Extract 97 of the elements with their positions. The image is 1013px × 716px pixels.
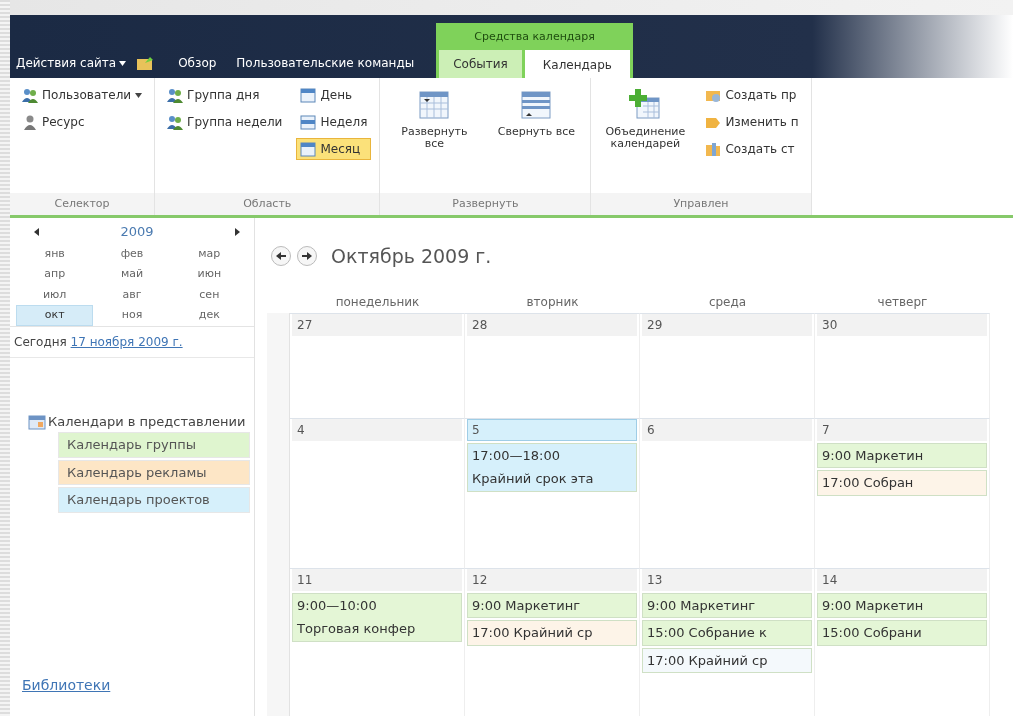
calendar-event[interactable]: 17:00 Крайний ср [467, 620, 637, 646]
month-button[interactable]: авг [93, 284, 171, 305]
calendar-icon [418, 88, 451, 120]
calendar-event-card[interactable]: 17:00—18:00 Крайний срок эта [467, 442, 637, 492]
weekday-header: среда [707, 293, 748, 311]
ribbon-tab[interactable]: Календарь [524, 50, 630, 78]
users-icon [167, 114, 184, 130]
date-number: 4 [292, 418, 462, 441]
ribbon-button[interactable]: Создать пр [701, 84, 803, 106]
ribbon-tab[interactable]: События [439, 50, 522, 78]
date-number: 28 [467, 313, 637, 336]
arrow-right-icon [302, 252, 312, 261]
ribbon-button[interactable]: Свернуть все [490, 84, 583, 142]
group-label: Селектор [10, 193, 155, 215]
ribbon-button[interactable]: Создать ст [701, 138, 803, 160]
ribbon-button[interactable]: Пользователи [18, 84, 147, 106]
date-number: 6 [642, 418, 812, 441]
year-label: 2009 [120, 223, 154, 241]
month-button[interactable]: янв [16, 243, 94, 264]
calendar-item[interactable]: Календарь рекламы [58, 459, 250, 486]
arrow-left-icon [276, 252, 286, 261]
next-month-button[interactable] [297, 246, 317, 267]
month-button[interactable]: фев [93, 243, 171, 264]
date-number: 7 [817, 418, 987, 441]
date-number: 29 [642, 313, 812, 336]
ribbon-button[interactable]: Группа дня [163, 84, 287, 106]
group-label: Развернуть [380, 193, 591, 215]
context-group-title: Средства календаря [436, 22, 633, 50]
month-button[interactable]: июн [170, 264, 248, 285]
calendar-add-icon [629, 88, 662, 120]
calendar-event[interactable]: 17:00 Крайний ср [642, 647, 812, 673]
date-number: 13 [642, 568, 812, 591]
calendar-icon [520, 88, 553, 120]
group-label: Область [155, 193, 380, 215]
event-text: Крайний срок эта [472, 470, 595, 488]
arrow-left-icon [34, 227, 39, 236]
month-button[interactable]: окт [16, 305, 94, 326]
folder-icon [136, 55, 155, 71]
date-number: 5 [467, 418, 637, 441]
month-button[interactable]: июл [16, 284, 94, 305]
users-icon [167, 87, 184, 103]
calendar-item[interactable]: Календарь группы [58, 432, 250, 458]
calendar-event[interactable]: 15:00 Собрание к [642, 620, 812, 646]
event-text: Торговая конфер [297, 620, 417, 638]
today-text: Сегодня 17 ноября 2009 г. [10, 326, 254, 358]
calendar-event[interactable]: 9:00 Маркетин [817, 592, 987, 618]
calendar-event-card[interactable]: 9:00—10:00 Торговая конфер [292, 592, 462, 642]
calendar-icon [300, 87, 317, 103]
date-number: 12 [467, 568, 637, 591]
site-actions-menu[interactable]: Действия сайта [16, 54, 133, 78]
group-label: Управлен [591, 193, 811, 215]
calendar-icon [300, 141, 317, 157]
ribbon-tab[interactable]: Обзор [168, 54, 227, 78]
month-button[interactable]: сен [170, 284, 248, 305]
event-text: 17:00—18:00 [472, 446, 561, 465]
weekday-header: понедельник [334, 293, 421, 311]
ribbon-button[interactable]: Объединение календарей [599, 84, 692, 154]
date-number: 27 [292, 313, 462, 336]
pages-icon [705, 141, 722, 157]
previous-year-button[interactable] [34, 227, 39, 236]
month-button[interactable]: дек [170, 305, 248, 326]
calendar-icon [28, 414, 46, 430]
date-number: 11 [292, 568, 462, 591]
previous-month-button[interactable] [271, 246, 291, 267]
users-icon [22, 87, 38, 103]
ribbon-button[interactable]: Ресурс [18, 111, 147, 133]
calendar-item[interactable]: Календарь проектов [58, 487, 250, 513]
month-button[interactable]: май [93, 264, 171, 285]
calendar-event[interactable]: 9:00 Маркетинг [467, 592, 637, 618]
calendar-event[interactable]: 15:00 Собрани [817, 620, 987, 646]
arrow-right-icon [235, 227, 240, 236]
today-link[interactable]: 17 ноября 2009 г. [70, 334, 183, 349]
calendar-event[interactable]: 17:00 Собран [817, 470, 987, 496]
month-button[interactable]: апр [16, 264, 94, 285]
libraries-link[interactable]: Библиотеки [10, 675, 254, 696]
ribbon-button[interactable]: День [296, 84, 372, 106]
date-number: 30 [817, 313, 987, 336]
calendar-event[interactable]: 9:00 Маркетин [817, 442, 987, 468]
next-year-button[interactable] [235, 227, 240, 236]
ribbon-tab[interactable]: Пользовательские команды [226, 54, 425, 78]
person-icon [22, 114, 38, 130]
calendar-event[interactable]: 9:00 Маркетинг [642, 592, 812, 618]
ribbon-button[interactable]: Изменить п [701, 111, 803, 133]
calendars-heading: Календари в представлении [10, 413, 254, 430]
calendar-icon [300, 114, 317, 130]
ribbon-button[interactable]: Месяц [296, 138, 372, 160]
weekday-header: четверг [876, 293, 929, 311]
date-number: 14 [817, 568, 987, 591]
event-text: 9:00—10:00 [297, 596, 378, 615]
month-button[interactable]: мар [170, 243, 248, 264]
ribbon-button[interactable]: Неделя [296, 111, 372, 133]
ribbon-button[interactable]: Группа недели [163, 111, 287, 133]
month-button[interactable]: ноя [93, 305, 171, 326]
ribbon-button[interactable]: Развернуть все [388, 84, 481, 154]
weekday-header: вторник [525, 293, 580, 311]
month-title: Октябрь 2009 г. [331, 244, 492, 269]
caret-icon [119, 60, 127, 66]
